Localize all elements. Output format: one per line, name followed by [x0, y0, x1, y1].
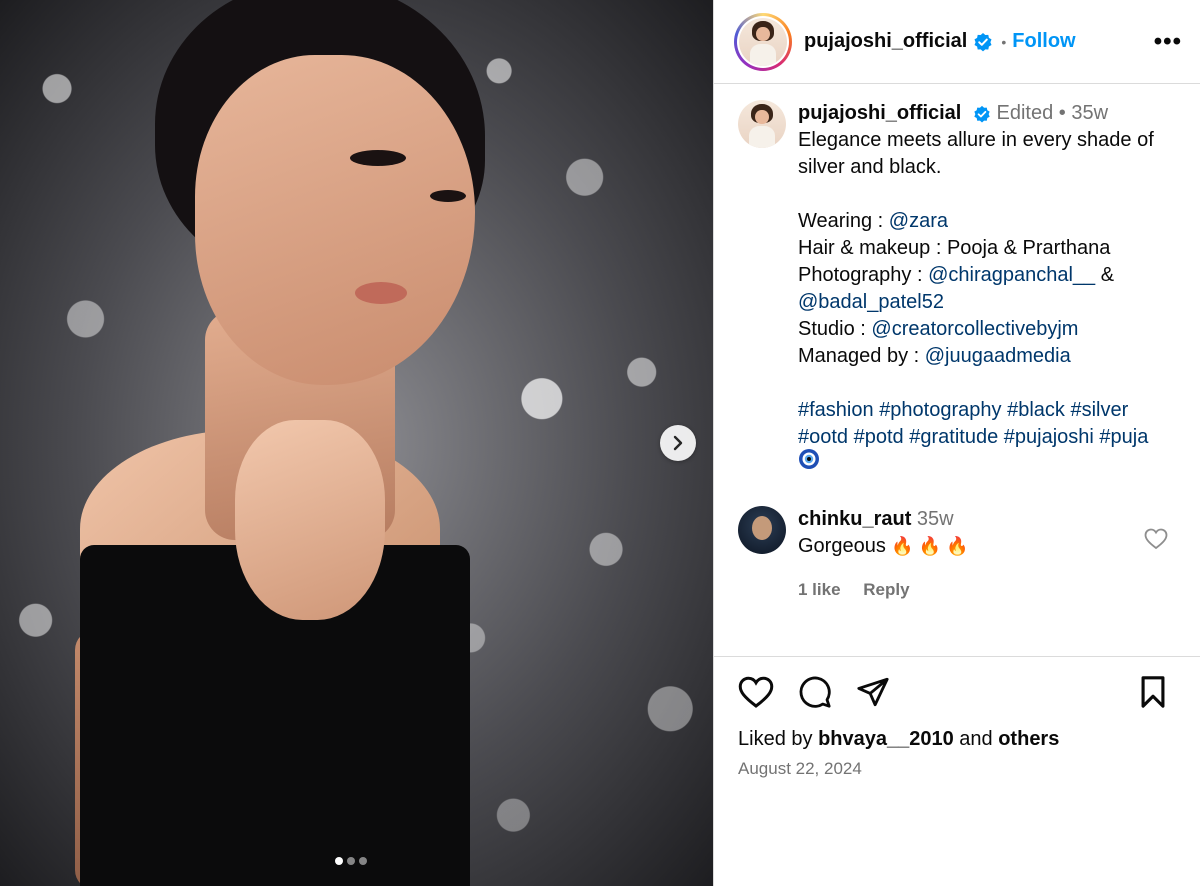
reply-button[interactable]: Reply	[863, 580, 909, 599]
post-photo[interactable]	[0, 0, 713, 886]
comment-age[interactable]: 35w	[917, 508, 954, 530]
carousel-dot	[335, 857, 343, 865]
comment-item: chinku_raut 35w Gorgeous 🔥 🔥 🔥 1 like Re…	[738, 506, 1180, 603]
liked-by-and: and	[953, 728, 999, 750]
heart-icon[interactable]	[738, 676, 774, 714]
likes-summary: Liked by bhvaya__2010 and others	[738, 728, 1180, 751]
hashtag-link[interactable]: #pujajoshi	[1004, 426, 1094, 448]
comment-likes[interactable]: 1 like	[798, 580, 841, 599]
carousel-indicator	[335, 857, 367, 865]
liked-by-user[interactable]: bhvaya__2010	[818, 728, 954, 750]
hair-makeup-line: Hair & makeup : Pooja & Prarthana	[798, 237, 1111, 259]
hashtag-link[interactable]: #silver	[1070, 399, 1128, 421]
hashtag-link[interactable]: #fashion	[798, 399, 874, 421]
hashtag-link[interactable]: #gratitude	[909, 426, 998, 448]
mention-link[interactable]: @creatorcollectivebyjm	[871, 318, 1078, 340]
hashtag-link[interactable]: #ootd	[798, 426, 848, 448]
edited-label: Edited	[996, 102, 1054, 124]
comment-text: Gorgeous	[798, 535, 886, 558]
post-actions: Liked by bhvaya__2010 and others August …	[714, 656, 1200, 886]
comment-bubble-icon[interactable]	[798, 675, 832, 714]
caption-age[interactable]: 35w	[1071, 102, 1108, 124]
carousel-next-button[interactable]	[660, 425, 696, 461]
post-date[interactable]: August 22, 2024	[738, 759, 1180, 779]
hashtag-link[interactable]: #potd	[854, 426, 904, 448]
post-header: pujajoshi_official • Follow •••	[714, 0, 1200, 84]
comment-username[interactable]: chinku_raut	[798, 508, 911, 530]
mention-link[interactable]: @zara	[889, 210, 948, 232]
author-username[interactable]: pujajoshi_official	[804, 30, 967, 53]
mention-link[interactable]: @chiragpanchal__	[928, 264, 1095, 286]
post-side-panel: pujajoshi_official • Follow ••• pujajosh…	[713, 0, 1200, 886]
hashtag-link[interactable]: #puja	[1099, 426, 1148, 448]
carousel-dot	[359, 857, 367, 865]
and-text: &	[1095, 264, 1115, 286]
comment-like-heart-icon[interactable]	[1144, 528, 1168, 555]
verified-badge-icon	[973, 32, 993, 52]
photography-label: Photography :	[798, 264, 929, 286]
caption-text: Elegance meets allure in every shade of …	[798, 129, 1154, 178]
hashtag-link[interactable]: #black	[1007, 399, 1065, 421]
follow-button[interactable]: Follow	[1012, 30, 1075, 53]
liked-by-others[interactable]: others	[998, 728, 1059, 750]
studio-label: Studio :	[798, 318, 872, 340]
fire-emoji: 🔥 🔥 🔥	[891, 536, 969, 557]
avatar	[739, 17, 787, 66]
more-options-icon[interactable]: •••	[1154, 28, 1182, 56]
managed-label: Managed by :	[798, 345, 925, 367]
hashtag-link[interactable]: #photography	[879, 399, 1001, 421]
mention-link[interactable]: @badal_patel52	[798, 291, 944, 313]
separator-dot: •	[1058, 102, 1066, 124]
post-modal: pujajoshi_official • Follow ••• pujajosh…	[0, 0, 1200, 886]
avatar[interactable]	[738, 100, 786, 148]
avatar[interactable]	[738, 506, 786, 555]
caption: pujajoshi_official Edited • 35w Elegance…	[738, 100, 1180, 478]
carousel-dot	[347, 857, 355, 865]
wearing-label: Wearing :	[798, 210, 889, 232]
story-ring[interactable]	[734, 12, 792, 71]
paper-plane-icon[interactable]	[856, 675, 890, 714]
verified-badge-icon	[973, 105, 991, 123]
separator-dot: •	[1001, 33, 1007, 50]
chevron-right-icon	[673, 435, 683, 451]
caption-username[interactable]: pujajoshi_official	[798, 102, 961, 124]
mention-link[interactable]: @juugaadmedia	[925, 345, 1071, 367]
bookmark-icon[interactable]	[1138, 675, 1168, 714]
evil-eye-icon	[798, 448, 820, 478]
liked-by-label: Liked by	[738, 728, 819, 750]
comments-section[interactable]: pujajoshi_official Edited • 35w Elegance…	[714, 84, 1200, 656]
